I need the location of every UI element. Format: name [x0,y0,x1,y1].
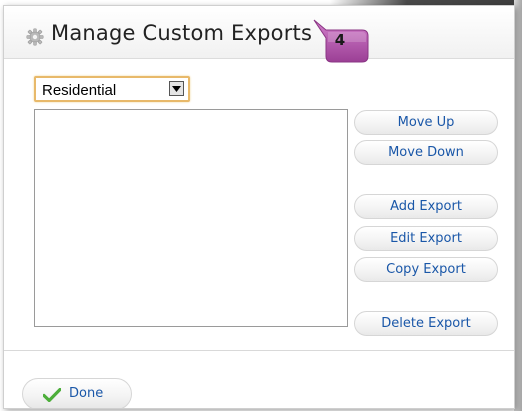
delete-export-button[interactable]: Delete Export [354,311,498,336]
done-button-label: Done [69,386,104,401]
export-type-select[interactable]: Residential [34,76,190,102]
checkmark-icon [43,388,61,402]
step-badge-number: 4 [334,31,346,49]
edit-export-button[interactable]: Edit Export [354,226,498,251]
chevron-down-icon[interactable] [169,81,184,96]
copy-export-button[interactable]: Copy Export [354,257,498,282]
move-down-button[interactable]: Move Down [354,140,498,165]
custom-exports-list[interactable] [34,109,348,327]
add-export-button[interactable]: Add Export [354,194,498,219]
dialog-title-bar: Manage Custom Exports 4 [4,6,514,63]
footer-divider [4,350,514,351]
done-button[interactable]: Done [22,378,132,408]
manage-custom-exports-dialog: Manage Custom Exports 4 Residential Move… [3,5,515,409]
gear-icon [26,28,44,46]
dialog-title: Manage Custom Exports [51,21,313,45]
export-type-select-value: Residential [42,82,117,99]
backdrop-edge [514,0,522,411]
move-up-button[interactable]: Move Up [354,110,498,135]
